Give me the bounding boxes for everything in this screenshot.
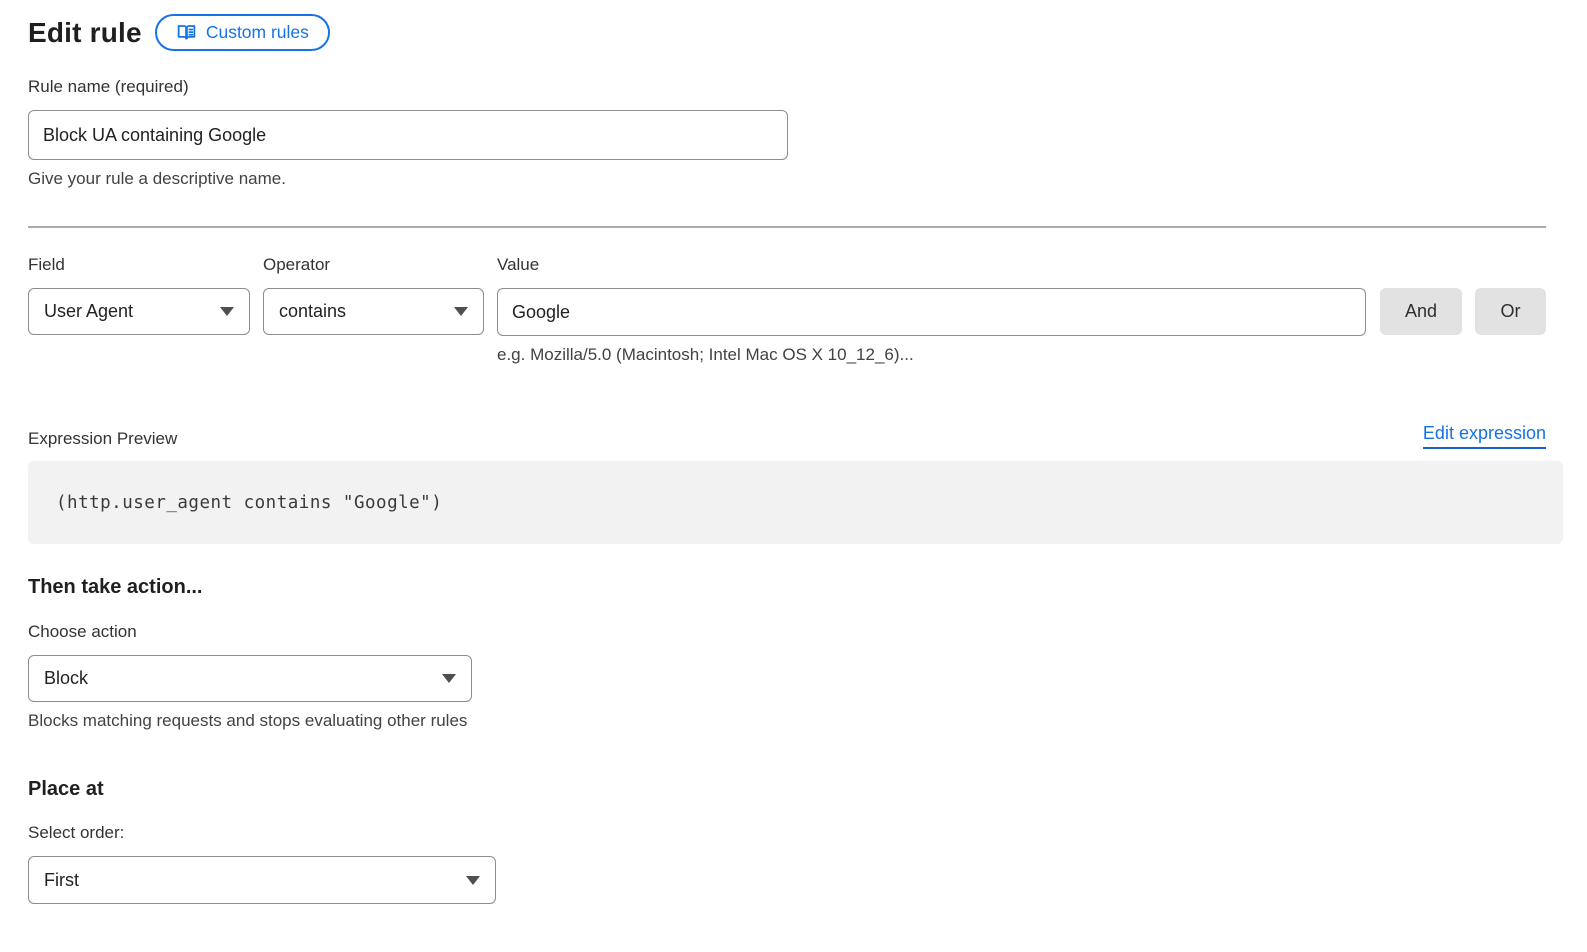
action-select-value: Block: [44, 668, 88, 689]
operator-select-value: contains: [279, 301, 346, 322]
expression-preview-section: Expression Preview Edit expression (http…: [28, 423, 1546, 544]
choose-action-label: Choose action: [28, 622, 1546, 642]
operator-label: Operator: [263, 255, 484, 275]
condition-row: Field User Agent Operator contains Value: [28, 255, 1546, 365]
book-icon: [176, 22, 197, 43]
rule-name-helper: Give your rule a descriptive name.: [28, 169, 1546, 189]
section-divider: [28, 226, 1546, 228]
condition-section: Field User Agent Operator contains Value: [28, 255, 1546, 365]
value-helper: e.g. Mozilla/5.0 (Macintosh; Intel Mac O…: [497, 345, 1366, 365]
field-column: Field User Agent: [28, 255, 250, 335]
action-select[interactable]: Block: [28, 655, 472, 702]
edit-expression-link[interactable]: Edit expression: [1423, 423, 1546, 449]
caret-down-icon: [220, 307, 234, 316]
field-label: Field: [28, 255, 250, 275]
value-input[interactable]: [497, 288, 1366, 336]
expression-code-block: (http.user_agent contains "Google"): [28, 461, 1563, 544]
order-select-value: First: [44, 870, 79, 891]
rule-name-input[interactable]: [28, 110, 788, 160]
expression-preview-label: Expression Preview: [28, 429, 177, 449]
select-order-label: Select order:: [28, 823, 1546, 843]
caret-down-icon: [454, 307, 468, 316]
operator-select[interactable]: contains: [263, 288, 484, 335]
place-at-heading: Place at: [28, 778, 1546, 801]
expression-code: (http.user_agent contains "Google"): [56, 493, 442, 513]
caret-down-icon: [466, 876, 480, 885]
expression-preview-header: Expression Preview Edit expression: [28, 423, 1546, 449]
edit-rule-page: Edit rule Custom rules Rule name (requir…: [0, 0, 1575, 904]
page-header: Edit rule Custom rules: [28, 14, 1547, 51]
operator-column: Operator contains: [263, 255, 484, 335]
action-helper: Blocks matching requests and stops evalu…: [28, 711, 1546, 731]
custom-rules-button[interactable]: Custom rules: [155, 14, 330, 51]
order-select[interactable]: First: [28, 856, 496, 904]
rule-name-section: Rule name (required) Give your rule a de…: [28, 77, 1546, 189]
or-button[interactable]: Or: [1475, 288, 1546, 335]
field-select[interactable]: User Agent: [28, 288, 250, 335]
action-heading: Then take action...: [28, 576, 1546, 599]
placement-section: Place at Select order: First: [28, 778, 1546, 904]
custom-rules-label: Custom rules: [206, 22, 309, 43]
page-title: Edit rule: [28, 17, 142, 49]
value-column: Value e.g. Mozilla/5.0 (Macintosh; Intel…: [497, 255, 1366, 365]
field-select-value: User Agent: [44, 301, 133, 322]
value-label: Value: [497, 255, 1366, 275]
caret-down-icon: [442, 674, 456, 683]
and-button[interactable]: And: [1380, 288, 1462, 335]
rule-name-label: Rule name (required): [28, 77, 1546, 97]
action-section: Then take action... Choose action Block …: [28, 576, 1546, 731]
